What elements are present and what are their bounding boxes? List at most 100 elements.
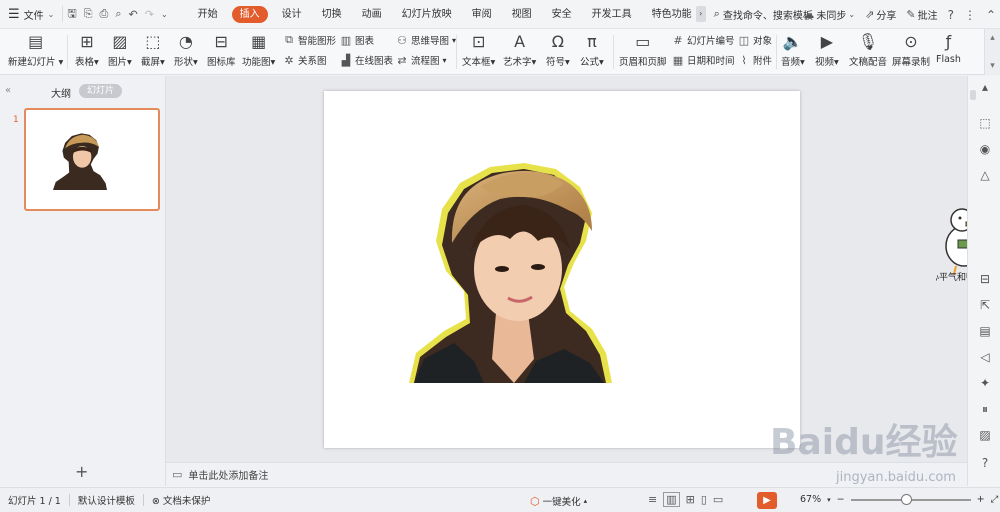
help-icon[interactable]: ? (948, 8, 954, 22)
tab-features[interactable]: 特色功能 (642, 0, 694, 29)
shape-icon: ◔ (178, 31, 193, 51)
portrait-picture[interactable] (324, 91, 800, 448)
new-slide-button[interactable]: ▤ 新建幻灯片 ▾ (8, 31, 63, 69)
redo-icon[interactable]: ↷ (145, 8, 154, 21)
add-slide-button[interactable]: + (75, 462, 88, 481)
tab-review[interactable]: 审阅 (462, 0, 502, 29)
attachment-button[interactable]: ⌇ 附件 (738, 53, 773, 68)
tab-developer[interactable]: 开发工具 (582, 0, 642, 29)
textbox-button[interactable]: ⊡ 文本框▾ (462, 31, 495, 69)
collapse-ribbon-icon[interactable]: ⌃ (986, 8, 996, 22)
reading-view-icon[interactable]: ▯ (701, 493, 707, 506)
flash-button[interactable]: ƒ Flash (936, 31, 961, 66)
sync-button[interactable]: ☁ 未同步 ⌄ (803, 7, 855, 22)
help-circle-icon[interactable]: ? (977, 456, 993, 470)
symbol-button[interactable]: Ω 符号▾ (546, 31, 570, 69)
template-name[interactable]: 默认设计模板 (78, 493, 135, 507)
properties-icon[interactable]: ⊟ (977, 272, 993, 286)
export-icon[interactable]: ⇱ (977, 298, 993, 312)
share-button[interactable]: ⇗ 分享 (865, 7, 896, 22)
video-button[interactable]: ▶ 视频▾ (815, 31, 839, 69)
save-icon[interactable]: 🖫 (67, 5, 76, 24)
more-options-icon[interactable]: ⋮ (964, 8, 976, 22)
print-icon[interactable]: ⎙ (100, 7, 109, 21)
ribbon-scrollbar[interactable]: ▴ ▾ (984, 29, 1000, 75)
search-icon: ⌕ (713, 7, 720, 20)
comment-button[interactable]: ✎ 批注 (906, 7, 937, 22)
location-icon[interactable]: ◉ (977, 142, 993, 156)
play-slideshow-button[interactable]: ▶ (757, 492, 777, 509)
zoom-out-button[interactable]: − (837, 494, 845, 505)
table-button[interactable]: ⊞ 表格▾ (75, 31, 99, 69)
command-search-label: 查找命令、搜索模板 (722, 10, 813, 22)
word-art-button[interactable]: A 艺术字▾ (503, 31, 536, 69)
pause-icon[interactable]: ⏸ (977, 402, 993, 417)
tab-home[interactable]: 开始 (188, 0, 228, 29)
beautify-button[interactable]: ⬡ 一键美化 ▴ (530, 494, 587, 509)
export-icon[interactable]: ⎘ (84, 7, 93, 21)
tabs-scroll-right-icon[interactable]: › (695, 6, 706, 22)
tab-slides[interactable]: 幻灯片 (79, 84, 123, 98)
slide-sorter-icon[interactable]: ⊞ (686, 493, 695, 506)
tab-view[interactable]: 视图 (502, 0, 542, 29)
slide-1[interactable] (324, 91, 800, 448)
calendar-icon: ▦ (672, 53, 684, 67)
slide-number-button[interactable]: # 幻灯片编号 (672, 33, 734, 48)
screen-record-icon: ⊙ (904, 31, 918, 51)
screen-record-button[interactable]: ⊙ 屏幕录制 (892, 31, 930, 69)
icon-library-button[interactable]: ⊟ 图标库 (207, 31, 236, 69)
flowchart-button[interactable]: ⇄ 流程图 ▾ (396, 53, 446, 68)
header-footer-button[interactable]: ▭ 页眉和页脚 (619, 31, 667, 69)
tab-insert[interactable]: 插入 (231, 5, 268, 23)
online-chart-button[interactable]: ▟ 在线图表 (340, 53, 393, 68)
screenshot-button[interactable]: ⬚ 截屏▾ (141, 31, 165, 69)
mind-map-button[interactable]: ⚇ 思维导图 ▾ (396, 33, 456, 48)
protection-status[interactable]: ⊗ 文档未保护 (152, 493, 211, 507)
chevron-up-icon[interactable]: ▴ (977, 80, 993, 94)
file-menu[interactable]: ☰ 文件 ⌄ (0, 0, 62, 29)
image-icon[interactable]: ▨ (977, 428, 993, 442)
right-scrollbar[interactable] (970, 90, 976, 100)
screenshot-icon: ⬚ (145, 31, 161, 51)
tab-animations[interactable]: 动画 (352, 0, 392, 29)
zoom-slider[interactable] (850, 493, 971, 505)
slide-number-icon: # (673, 33, 683, 47)
zoom-in-button[interactable]: + (977, 494, 985, 505)
zoom-slider-knob[interactable] (900, 493, 912, 505)
archive-icon[interactable]: ▤ (977, 324, 993, 338)
tab-design[interactable]: 设计 (272, 0, 312, 29)
chart-label: 图表 (355, 36, 375, 47)
function-chart-button[interactable]: ▦ 功能图▾ (242, 31, 275, 69)
audio-button[interactable]: 🔈 音频▾ (781, 31, 805, 69)
object-button[interactable]: ◫ 对象 (738, 33, 772, 48)
smart-art-button[interactable]: ⧉ 智能图形 (283, 33, 336, 47)
more-icon[interactable]: ⌄ (161, 10, 168, 19)
fit-window-icon[interactable]: ⤢ (991, 494, 999, 505)
chart-button[interactable]: ▥ 图表 (340, 33, 375, 48)
selection-icon[interactable]: ⬚ (977, 116, 993, 130)
command-search[interactable]: ⌕ 查找命令、搜索模板 (714, 7, 813, 22)
normal-view-icon[interactable]: ▥ (663, 492, 680, 507)
tab-slideshow[interactable]: 幻灯片放映 (392, 0, 462, 29)
shape-fill-icon[interactable]: △ (977, 168, 993, 182)
tab-outline[interactable]: 大纲 (51, 85, 71, 100)
notes-toggle-icon[interactable]: ≡ (648, 493, 657, 506)
relation-chart-button[interactable]: ✲ 关系图 (283, 53, 326, 68)
date-time-button[interactable]: ▦ 日期和时间 (672, 53, 735, 68)
slide-thumbnail[interactable] (24, 108, 160, 211)
picture-button[interactable]: ▨ 图片▾ (108, 31, 132, 69)
tab-transitions[interactable]: 切换 (312, 0, 352, 29)
print-preview-icon[interactable]: ⌕ (115, 7, 121, 21)
doc-dub-button[interactable]: 🎙 文稿配音 (849, 31, 887, 69)
attachment-label: 附件 (753, 56, 773, 67)
tab-security[interactable]: 安全 (542, 0, 582, 29)
ribbon-tabs: 开始 插入 设计 切换 动画 幻灯片放映 审阅 视图 安全 开发工具 特色功能 … (188, 0, 706, 29)
animation-icon[interactable]: ✦ (977, 376, 993, 390)
volume-icon[interactable]: ◁ (977, 350, 993, 364)
shape-button[interactable]: ◔ 形状▾ (174, 31, 198, 69)
undo-icon[interactable]: ↶ (129, 8, 138, 21)
collapse-panel-icon[interactable]: « (5, 85, 11, 96)
zoom-level[interactable]: 67% (800, 494, 821, 505)
presenter-view-icon[interactable]: ▭ (713, 493, 723, 506)
formula-button[interactable]: π 公式▾ (580, 31, 604, 69)
